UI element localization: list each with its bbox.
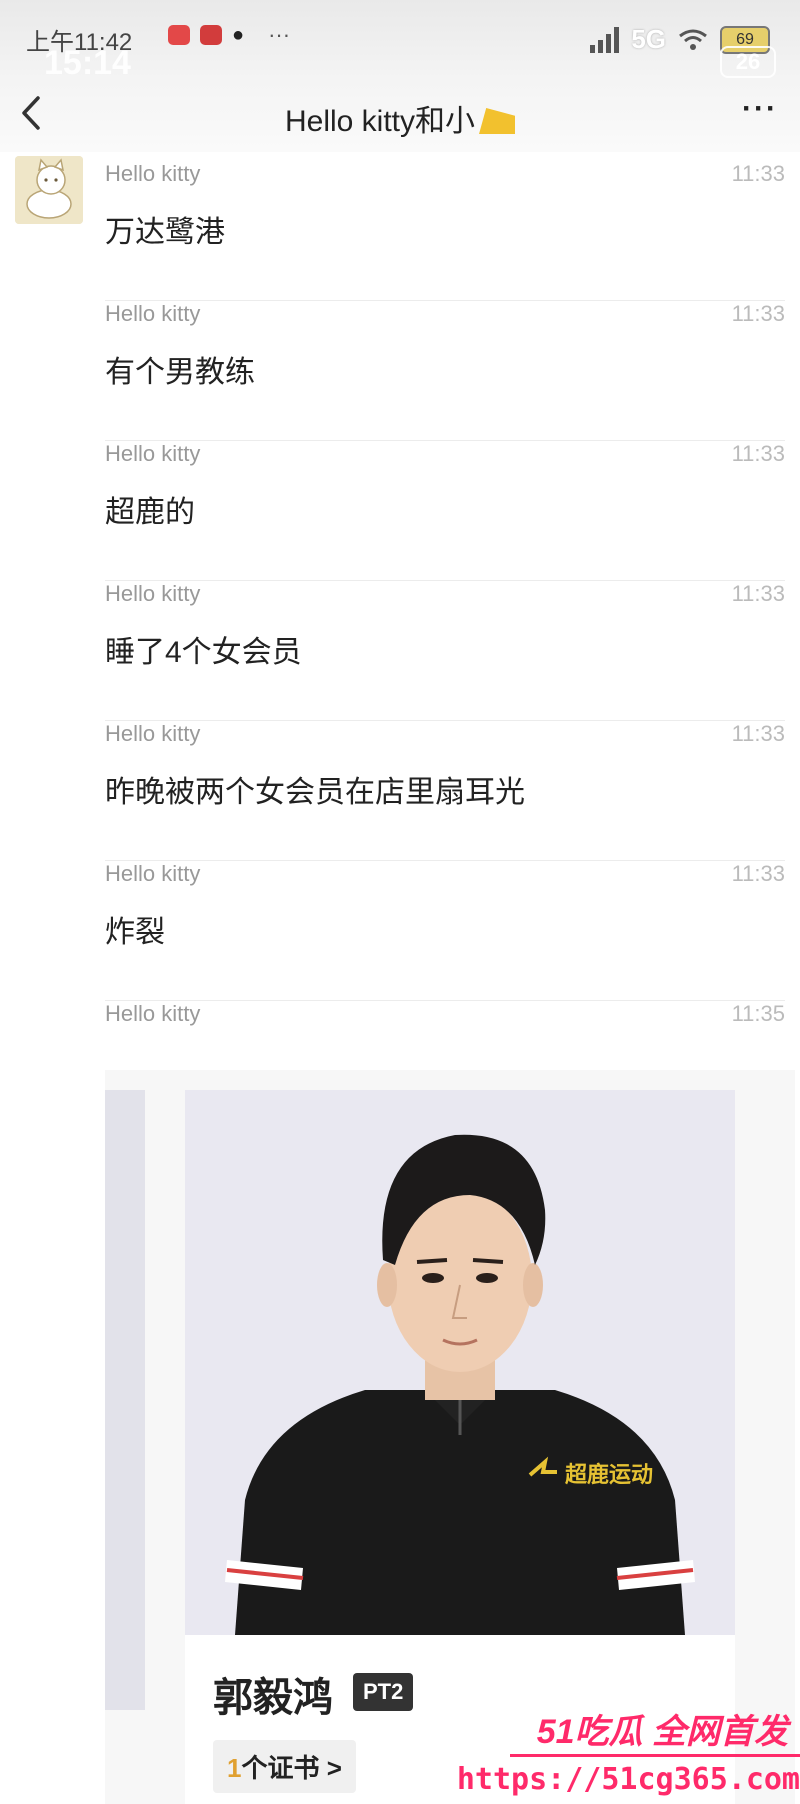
message-text: 有个男教练 <box>105 356 255 389</box>
watermark-underline <box>510 1754 800 1757</box>
message-time: 11:35 <box>731 1001 785 1026</box>
wifi-icon <box>679 29 707 50</box>
watermark: 51吃瓜 全网首发 https://51cg365.com <box>457 1700 800 1804</box>
message-text: 睡了4个女会员 <box>105 636 302 669</box>
previous-card-edge <box>105 1090 145 1710</box>
battery-overlay-icon: 26 <box>720 46 776 78</box>
network-label: 5G <box>631 24 666 54</box>
notification-icons: ● ··· <box>168 22 290 48</box>
message-notification-icon <box>200 25 222 45</box>
more-notifications-icon: ··· <box>268 22 291 47</box>
message-text: 昨晚被两个女会员在店里扇耳光 <box>105 776 525 809</box>
coach-name: 郭毅鸿 <box>213 1676 333 1720</box>
chat-title-text: Hello kitty和小 <box>284 105 476 138</box>
message-text: 超鹿的 <box>105 496 195 529</box>
app-notification-icon <box>168 25 190 45</box>
sender-avatar[interactable] <box>15 156 83 224</box>
message-sender: Hello kitty <box>105 161 201 186</box>
coach-portrait-image: 超鹿运动 <box>185 1090 735 1635</box>
message-time: 11:33 <box>731 581 785 606</box>
cat-avatar-icon <box>15 156 83 224</box>
shirt-logo: 超鹿运动 <box>565 1462 653 1488</box>
watermark-brand: 51吃瓜 全网首发 <box>536 1713 788 1751</box>
message-item[interactable]: Hello kitty 11:33 有个男教练 <box>105 301 785 441</box>
chat-header: Hello kitty和小 ··· <box>0 80 800 152</box>
message-item[interactable]: Hello kitty 11:33 炸裂 <box>105 861 785 1001</box>
message-item[interactable]: Hello kitty 11:33 超鹿的 <box>105 441 785 581</box>
chat-title: Hello kitty和小 <box>0 96 800 140</box>
message-time: 11:33 <box>731 721 785 746</box>
signal-icon <box>590 26 620 53</box>
shared-image-message[interactable]: 超鹿运动 郭毅鸿 PT2 1个证书 > <box>105 1070 795 1804</box>
coach-level-badge: PT2 <box>353 1673 414 1711</box>
message-sender: Hello kitty <box>105 1001 201 1026</box>
message-time: 11:33 <box>731 301 785 326</box>
message-sender: Hello kitty <box>105 301 201 326</box>
coach-profile-card[interactable]: 超鹿运动 郭毅鸿 PT2 1个证书 > <box>185 1090 735 1804</box>
message-sender: Hello kitty <box>105 861 201 886</box>
coach-photo: 超鹿运动 <box>185 1090 735 1635</box>
qq-icon: ● <box>232 23 245 46</box>
message-item[interactable]: Hello kitty 11:33 万达鹭港 <box>105 161 785 301</box>
message-item[interactable]: Hello kitty 11:33 睡了4个女会员 <box>105 581 785 721</box>
message-sender: Hello kitty <box>105 721 201 746</box>
certificate-count: 1 <box>227 1753 242 1783</box>
watermark-url: https://51cg365.com <box>456 1762 800 1797</box>
message-time: 11:33 <box>731 441 785 466</box>
message-sender: Hello kitty <box>105 581 201 606</box>
certificate-link[interactable]: 1个证书 > <box>213 1740 356 1793</box>
cheese-emoji-icon <box>479 108 516 134</box>
message-item[interactable]: Hello kitty 11:35 <box>105 1001 785 1061</box>
message-item[interactable]: Hello kitty 11:33 昨晚被两个女会员在店里扇耳光 <box>105 721 785 861</box>
message-text: 炸裂 <box>105 916 165 949</box>
message-sender: Hello kitty <box>105 441 201 466</box>
status-bar: 上午11:42 15:14 ● ··· 5G 69 26 <box>0 0 800 82</box>
certificate-label: 个证书 > <box>241 1753 342 1783</box>
message-time: 11:33 <box>731 861 785 886</box>
status-time-overlay: 15:14 <box>44 44 131 82</box>
message-text: 万达鹭港 <box>105 216 225 249</box>
message-time: 11:33 <box>731 161 785 186</box>
more-options-button[interactable]: ··· <box>742 92 778 126</box>
